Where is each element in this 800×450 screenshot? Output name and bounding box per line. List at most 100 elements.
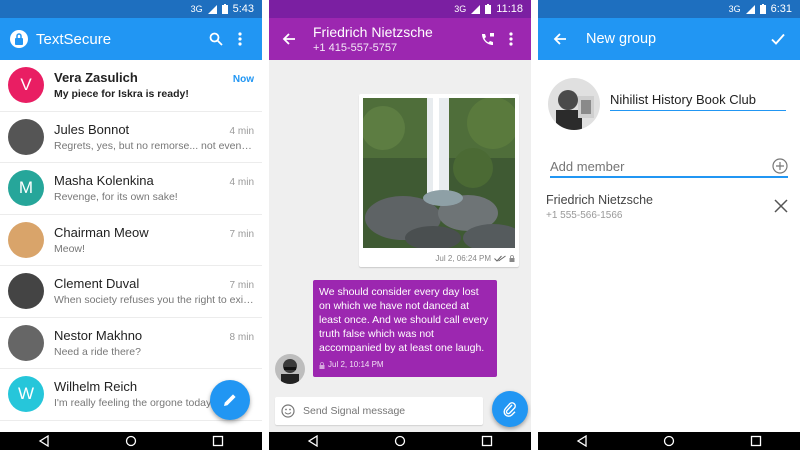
more-vert-icon[interactable] [228, 32, 252, 46]
conversation-time: Now [232, 74, 254, 86]
conversation-item[interactable]: Nestor Makhno 8 min Need a ride there? [0, 318, 262, 369]
message-snippet: My piece for Iskra is ready! [54, 88, 189, 101]
app-toolbar: TextSecure [0, 18, 262, 60]
signal-icon [207, 4, 217, 14]
outgoing-image-message[interactable]: Jul 2, 06:24 PM [359, 94, 519, 267]
contact-avatar[interactable] [275, 354, 305, 384]
back-nav-icon[interactable] [576, 435, 588, 447]
battery-icon [485, 4, 492, 14]
new-group-toolbar: New group [538, 18, 800, 60]
avatar[interactable]: W [8, 376, 44, 413]
compose-bar [275, 397, 483, 425]
back-nav-icon[interactable] [307, 435, 319, 447]
home-nav-icon[interactable] [125, 435, 137, 447]
avatar[interactable] [8, 221, 44, 258]
contact-header[interactable]: Friedrich Nietzsche +1 415-557-5757 [313, 24, 475, 54]
group-avatar[interactable] [548, 78, 600, 130]
conversation-item[interactable]: Clement Duval 7 min When society refuses y… [0, 266, 262, 318]
group-name-input[interactable] [610, 92, 786, 111]
attach-button[interactable] [492, 391, 528, 427]
search-icon[interactable] [204, 32, 228, 46]
add-member-input[interactable] [550, 158, 750, 174]
message-timestamp: Jul 2, 10:14 PM [328, 360, 384, 369]
message-snippet: Meow! [54, 242, 85, 255]
conversation-item[interactable]: Chairman Meow 7 min Meow! [0, 215, 262, 266]
avatar[interactable] [8, 324, 44, 361]
app-logo-icon [10, 30, 28, 48]
more-vert-icon[interactable] [499, 32, 523, 46]
message-snippet: Revenge, for its own sake! [54, 191, 178, 204]
status-time: 11:18 [496, 3, 523, 15]
home-nav-icon[interactable] [663, 435, 675, 447]
contact-name: Masha Kolenkina [54, 173, 154, 189]
network-type-label: 3G [728, 4, 741, 14]
contact-name: Jules Bonnot [54, 121, 130, 137]
message-input[interactable] [303, 405, 477, 417]
system-nav-bar [269, 432, 531, 450]
battery-icon [221, 4, 228, 14]
avatar-letter: W [17, 384, 35, 404]
contact-name: Vera Zasulich [54, 70, 138, 86]
contact-name: Chairman Meow [54, 224, 149, 240]
avatar[interactable]: V [8, 67, 44, 104]
avatar[interactable] [8, 118, 44, 155]
back-arrow-icon[interactable] [548, 32, 572, 46]
close-icon[interactable] [774, 199, 788, 213]
status-time: 5:43 [232, 3, 254, 15]
lock-icon [509, 255, 515, 262]
divider [262, 0, 269, 450]
status-bar: 3G 6:31 [538, 0, 800, 18]
emoji-icon[interactable] [281, 404, 295, 418]
conversation-item[interactable]: Jules Bonnot 4 min Regrets, yes, but no re… [0, 112, 262, 163]
recents-nav-icon[interactable] [750, 435, 762, 447]
avatar[interactable]: M [8, 170, 44, 207]
conversation-toolbar: Friedrich Nietzsche +1 415-557-5757 [269, 18, 531, 60]
divider [531, 0, 538, 450]
contact-name: Wilhelm Reich [54, 379, 138, 395]
checkmark-icon[interactable] [766, 33, 790, 45]
incoming-text-message[interactable]: We should consider every day lost on whi… [313, 280, 497, 377]
recents-nav-icon[interactable] [212, 435, 224, 447]
conversation-time: 4 min [229, 177, 254, 189]
waterfall-image[interactable] [363, 98, 515, 248]
conversation-item[interactable]: V Vera Zasulich Now My piece for Iskra is r… [0, 60, 262, 112]
network-type-label: 3G [190, 4, 203, 14]
status-bar: 3G 5:43 [0, 0, 262, 18]
network-type-label: 3G [454, 4, 467, 14]
status-time: 6:31 [770, 3, 792, 15]
battery-icon [759, 4, 766, 14]
avatar-letter: M [18, 178, 34, 198]
back-arrow-icon[interactable] [277, 32, 301, 46]
conversation-list-screen: 3G 5:43 TextSecure V Vera Zasulich Now My p… [0, 0, 262, 450]
signal-icon [471, 4, 481, 14]
back-nav-icon[interactable] [38, 435, 50, 447]
contact-number: +1 415-557-5757 [313, 42, 398, 54]
add-circle-icon[interactable] [772, 158, 788, 174]
message-text: We should consider every day lost on whi… [319, 286, 489, 354]
page-title: New group [586, 31, 657, 47]
compose-button[interactable] [210, 380, 250, 420]
secure-call-icon[interactable] [475, 32, 499, 47]
message-snippet: Regrets, yes, but no remorse... not even… [54, 139, 254, 152]
home-nav-icon[interactable] [394, 435, 406, 447]
signal-icon [745, 4, 755, 14]
message-timestamp: Jul 2, 06:24 PM [435, 254, 491, 263]
member-name: Friedrich Nietzsche [546, 193, 653, 207]
member-number: +1 555-566-1566 [546, 210, 623, 221]
message-snippet: Need a ride there? [54, 345, 141, 358]
lock-icon [319, 361, 325, 369]
conversation-time: 8 min [229, 331, 254, 343]
pencil-icon [224, 394, 236, 406]
conversation-item[interactable]: M Masha Kolenkina 4 min Revenge, for its ow… [0, 163, 262, 215]
contact-name: Clement Duval [54, 276, 140, 292]
conversation-time: 7 min [229, 280, 254, 292]
avatar[interactable] [8, 273, 44, 310]
status-bar: 3G 11:18 [269, 0, 531, 18]
paperclip-icon [503, 402, 516, 417]
delivered-check-icon [494, 255, 506, 262]
recents-nav-icon[interactable] [481, 435, 493, 447]
app-title: TextSecure [36, 30, 112, 48]
avatar-letter: V [20, 75, 32, 95]
add-member-row [550, 156, 788, 178]
system-nav-bar [538, 432, 800, 450]
